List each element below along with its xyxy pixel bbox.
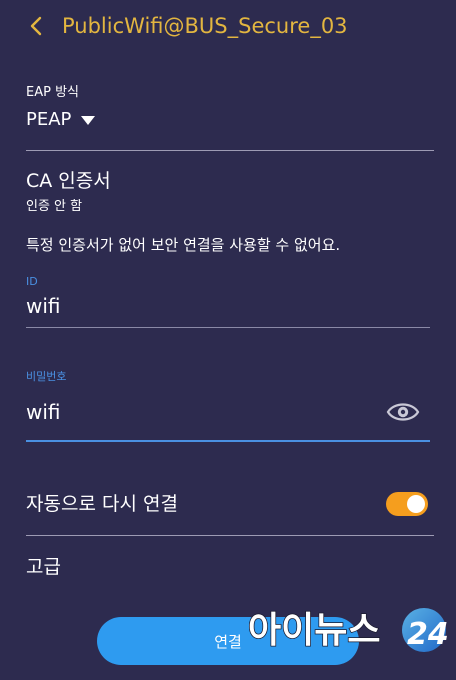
password-input[interactable]: wifi <box>26 398 61 426</box>
svg-text:24: 24 <box>407 617 449 652</box>
chevron-left-icon <box>30 16 42 36</box>
id-input[interactable]: wifi <box>26 292 61 320</box>
password-input-underline <box>26 440 430 442</box>
ca-certificate-value: 인증 안 함 <box>26 199 83 214</box>
id-input-underline <box>26 327 430 328</box>
eap-method-dropdown[interactable]: PEAP <box>26 108 96 132</box>
divider <box>26 150 434 151</box>
eye-icon[interactable] <box>386 400 420 424</box>
advanced-settings-item[interactable]: 고급 <box>26 553 61 581</box>
page-title: PublicWifi@BUS_Secure_03 <box>62 14 348 38</box>
auto-reconnect-toggle[interactable] <box>386 492 428 516</box>
back-button[interactable] <box>24 12 48 40</box>
ca-certificate-title[interactable]: CA 인증서 <box>26 168 111 194</box>
eap-method-value: PEAP <box>26 109 72 130</box>
security-warning-text: 특정 인증서가 없어 보안 연결을 사용할 수 없어요. <box>26 236 341 254</box>
id-field-label: ID <box>26 275 38 288</box>
divider <box>26 535 434 536</box>
connect-button-label: 연결 <box>214 632 242 651</box>
password-field-label: 비밀번호 <box>26 370 67 383</box>
svg-text:아이뉴스: 아이뉴스 <box>248 610 380 651</box>
eap-method-label: EAP 방식 <box>26 85 79 100</box>
inews24-watermark-logo: 아이뉴스 24 <box>244 600 454 670</box>
toggle-knob <box>407 495 425 513</box>
caret-down-icon <box>81 115 96 125</box>
auto-reconnect-label: 자동으로 다시 연결 <box>26 493 178 515</box>
